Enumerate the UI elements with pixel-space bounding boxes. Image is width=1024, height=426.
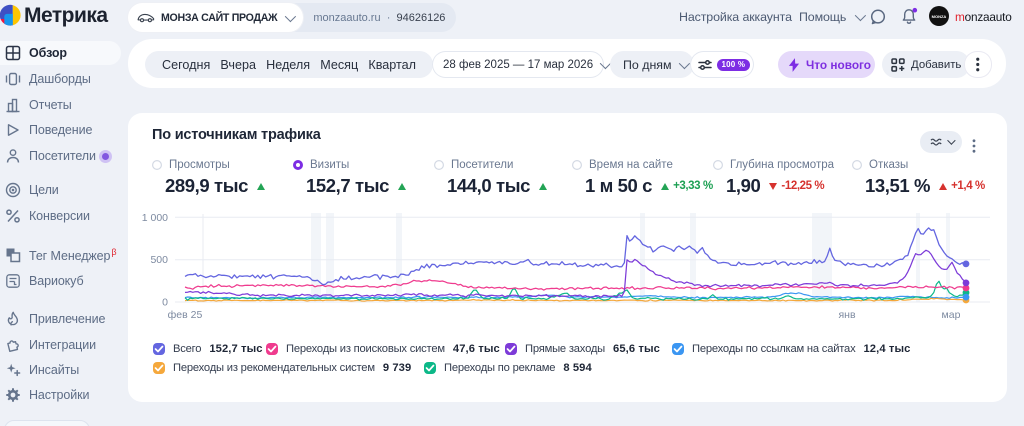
svg-text:1 000: 1 000 — [142, 212, 168, 224]
svg-text:фев 25: фев 25 — [168, 309, 203, 321]
svg-text:500: 500 — [150, 254, 168, 266]
svg-text:мар: мар — [942, 309, 961, 321]
svg-text:0: 0 — [162, 297, 168, 309]
svg-text:янв: янв — [838, 309, 855, 321]
